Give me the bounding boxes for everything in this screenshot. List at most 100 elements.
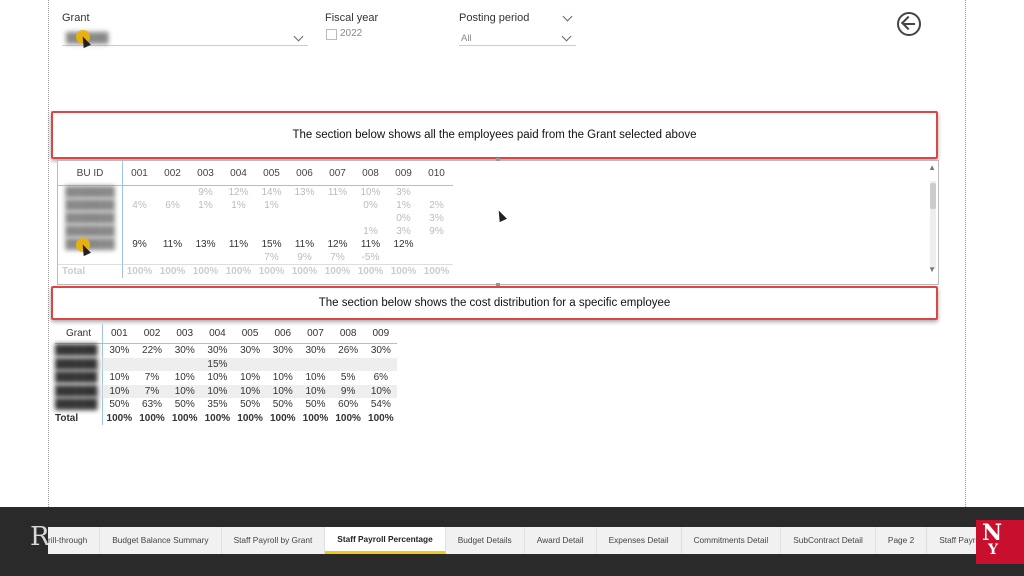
table-cell [321,212,354,225]
table-row[interactable]: ███████ 1% 3% 9% [58,225,453,238]
table-cell [321,225,354,238]
table-row-selected[interactable]: ███████ 9% 11% 13% 11% 15% 11% 12% 11% 1… [58,238,453,251]
tab-subcontract-detail[interactable]: SubContract Detail [781,527,876,554]
column-header[interactable]: 001 [122,161,156,186]
table-row[interactable]: ███████ 0% 3% [58,212,453,225]
table-row[interactable]: ██████ 10% 7% 10% 10% 10% 10% 10% 9% 10% [55,384,398,398]
table-cell: 9% [297,252,312,263]
posting-period-label: Posting period [459,12,530,24]
table-row[interactable]: 7% 9% 7% -5% [58,251,453,265]
tab-staff-payroll-percentage[interactable]: Staff Payroll Percentage [325,527,446,554]
annotation-callout-cost-distribution: The section below shows the cost distrib… [51,286,938,320]
table-cell [135,357,169,371]
total-cell: 100% [255,264,288,278]
table-cell: 6% [373,372,389,384]
column-header[interactable]: 007 [299,324,332,344]
total-cell: 100% [288,264,321,278]
column-header[interactable]: 002 [135,324,169,344]
employees-matrix-table: BU ID 001 002 003 004 005 006 007 008 00… [58,161,453,278]
table-cell [420,238,453,251]
column-header[interactable]: 008 [331,324,365,344]
total-label: Total [58,264,123,278]
column-header[interactable]: 006 [288,161,321,186]
column-header[interactable]: 010 [420,161,453,186]
column-header[interactable]: 007 [321,161,354,186]
tab-award-detail[interactable]: Award Detail [525,527,597,554]
column-header[interactable]: 005 [255,161,288,186]
column-header[interactable]: Grant [55,324,103,344]
tab-budget-balance-summary[interactable]: Budget Balance Summary [100,527,222,554]
tab-expenses-detail[interactable]: Expenses Detail [597,527,682,554]
table-row[interactable]: ██████ 50% 63% 50% 35% 50% 50% 50% 60% 5… [55,398,397,412]
column-header[interactable]: 001 [102,324,136,344]
table-cell [288,212,321,225]
table-cell: 5% [340,372,356,384]
table-cell: 3% [396,187,411,198]
total-cell: 100% [302,412,329,424]
table-cell: 10% [360,187,381,198]
table-row[interactable]: ██████ 10% 7% 10% 10% 10% 10% 10% 5% 6% [55,371,397,385]
scroll-up-icon[interactable]: ▲ [928,163,936,172]
column-header[interactable]: 008 [354,161,387,186]
employee-id-cell: ███████ [58,212,123,225]
table-cell [123,186,157,200]
column-header[interactable]: BU ID [58,161,123,186]
column-header[interactable]: 003 [168,324,202,344]
column-header[interactable]: 002 [156,161,189,186]
scrollbar-thumb[interactable] [930,183,936,209]
column-header[interactable]: 004 [222,161,255,186]
table-cell: 30% [207,345,228,357]
table-cell: 1% [231,200,246,211]
table-cell: 54% [370,399,391,411]
column-header[interactable]: 005 [233,324,267,344]
tab-staff-payroll-by-grant[interactable]: Staff Payroll by Grant [222,527,326,554]
employees-matrix-visual[interactable]: BU ID 001 002 003 004 005 006 007 008 00… [57,160,939,285]
table-cell [168,357,202,371]
table-cell: 30% [240,345,261,357]
column-header[interactable]: 006 [266,324,300,344]
cost-distribution-matrix[interactable]: Grant 001 002 003 004 005 006 007 008 00… [55,324,398,425]
total-cell: 100% [189,264,222,278]
table-cell: 3% [396,226,411,237]
table-row[interactable]: ███████ 9% 12% 14% 13% 11% 10% 3% [58,185,453,200]
posting-period-dropdown[interactable]: All [459,30,576,46]
scroll-down-icon[interactable]: ▼ [928,265,936,274]
grant-dropdown[interactable]: ██████ [62,30,308,46]
table-cell: 7% [135,384,169,398]
back-arrow-button[interactable] [897,12,921,36]
table-cell: 10% [201,384,234,398]
table-row[interactable]: ███████ 4% 6% 1% 1% 1% 0% 1% 2% [58,199,453,212]
column-header[interactable]: 004 [201,324,234,344]
table-cell: -5% [361,252,380,263]
table-cell: 10% [109,372,130,384]
table-cell [156,251,189,265]
total-cell: 100% [237,412,263,424]
table-cell: 30% [305,345,326,357]
table-cell: 15% [201,357,234,371]
tab-drill-through[interactable]: Drill-through [48,527,101,554]
tab-staff-payroll-percentage-2[interactable]: Staff Payroll Percentage [927,527,976,554]
tab-page-2[interactable]: Page 2 [876,527,928,554]
table-cell: 10% [364,384,398,398]
fiscal-year-option[interactable]: 2022 [340,28,362,39]
table-cell: 9% [331,384,365,398]
table-cell: 11% [327,187,348,198]
column-header[interactable]: 003 [189,161,222,186]
tab-budget-details[interactable]: Budget Details [446,527,525,554]
table-cell: 12% [228,187,249,198]
resize-handle[interactable] [496,158,500,161]
table-cell [222,225,255,238]
table-row[interactable]: ██████ 30% 22% 30% 30% 30% 30% 30% 26% 3… [55,343,397,358]
table-cell [156,212,189,225]
table-cell: 10% [299,384,332,398]
tab-commitments-detail[interactable]: Commitments Detail [682,527,782,554]
table-cell: 0% [396,213,411,224]
table-row[interactable]: ██████ 15% [55,357,398,371]
table-cell: 9% [198,187,213,198]
column-header[interactable]: 009 [387,161,420,186]
column-header[interactable]: 009 [364,324,398,344]
grant-id-cell: ██████ [55,371,103,385]
table-cell [420,251,453,265]
table-cell [331,357,365,371]
fiscal-year-checkbox[interactable] [326,29,337,40]
